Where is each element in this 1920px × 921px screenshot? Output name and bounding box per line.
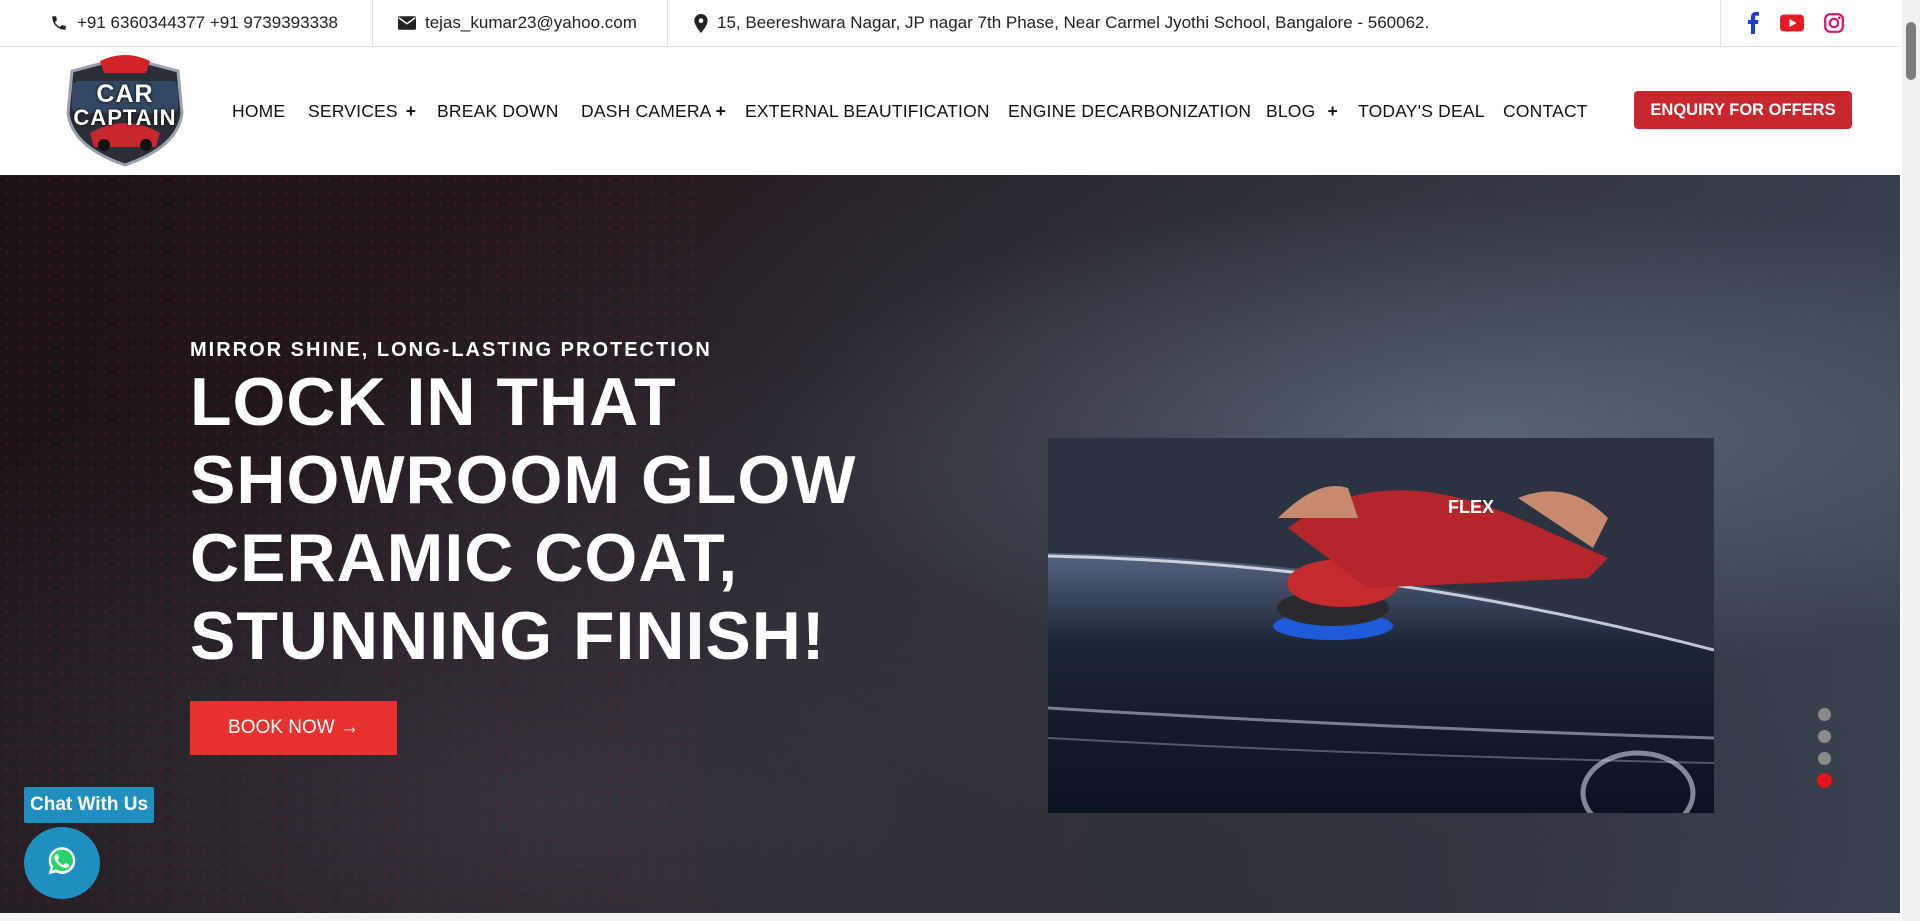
youtube-icon[interactable] bbox=[1780, 14, 1804, 32]
headline-line: LOCK IN THAT bbox=[190, 364, 677, 440]
nav-break-down[interactable]: BREAK DOWN bbox=[437, 101, 559, 122]
slide-dot-4-active[interactable] bbox=[1817, 773, 1832, 788]
top-contact-bar: +91 6360344377 +91 9739393338 tejas_kuma… bbox=[0, 0, 1900, 47]
nav-home[interactable]: HOME bbox=[232, 101, 285, 122]
phone-contact[interactable]: +91 6360344377 +91 9739393338 bbox=[50, 0, 338, 46]
nav-external-beautification[interactable]: EXTERNAL BEAUTIFICATION bbox=[745, 101, 990, 122]
nav-services[interactable]: SERVICES + bbox=[308, 101, 416, 122]
headline-line: CERAMIC COAT, bbox=[190, 520, 739, 596]
nav-engine-decarbonization[interactable]: ENGINE DECARBONIZATION bbox=[1008, 101, 1251, 122]
facebook-icon[interactable] bbox=[1746, 12, 1760, 34]
chat-with-us-label[interactable]: Chat With Us bbox=[24, 787, 155, 823]
nav-dash-camera[interactable]: DASH CAMERA + bbox=[581, 101, 726, 122]
hero-subtitle: MIRROR SHINE, LONG-LASTING PROTECTION bbox=[190, 339, 712, 361]
nav-todays-deal[interactable]: TODAY'S DEAL bbox=[1358, 101, 1485, 122]
headline-line: STUNNING FINISH! bbox=[190, 598, 826, 674]
page-scrollbar[interactable] bbox=[1902, 0, 1920, 921]
divider bbox=[372, 0, 373, 46]
hero-slider: MIRROR SHINE, LONG-LASTING PROTECTION LO… bbox=[0, 175, 1900, 913]
headline-line: SHOWROOM GLOW bbox=[190, 442, 857, 518]
whatsapp-icon bbox=[45, 844, 79, 883]
phone-icon bbox=[50, 14, 68, 32]
plus-icon: + bbox=[715, 101, 726, 121]
plus-icon: + bbox=[405, 101, 417, 121]
social-links bbox=[1746, 0, 1844, 46]
page-bottom-edge bbox=[0, 913, 1900, 921]
phone-numbers: +91 6360344377 +91 9739393338 bbox=[77, 13, 338, 32]
scrollbar-thumb[interactable] bbox=[1906, 22, 1916, 80]
site-header: CAR CAPTAIN HOME SERVICES + BREAK DOWN DA… bbox=[0, 47, 1900, 175]
email-contact[interactable]: tejas_kumar23@yahoo.com bbox=[398, 0, 637, 46]
slide-dot-1[interactable] bbox=[1818, 708, 1831, 721]
address-text: 15, Beereshwara Nagar, JP nagar 7th Phas… bbox=[717, 13, 1430, 32]
whatsapp-chat-button[interactable] bbox=[24, 827, 100, 899]
main-navigation: HOME SERVICES + BREAK DOWN DASH CAMERA + E… bbox=[0, 47, 1900, 175]
hero-headline: LOCK IN THAT SHOWROOM GLOW CERAMIC COAT,… bbox=[190, 363, 856, 675]
divider bbox=[1720, 0, 1721, 46]
flex-brand-text: FLEX bbox=[1448, 497, 1494, 517]
polishing-car-image: FLEX bbox=[1048, 438, 1714, 813]
nav-blog[interactable]: BLOG + bbox=[1266, 101, 1338, 122]
divider bbox=[667, 0, 668, 46]
plus-icon: + bbox=[1327, 101, 1338, 121]
address-contact: 15, Beereshwara Nagar, JP nagar 7th Phas… bbox=[694, 0, 1429, 46]
email-address: tejas_kumar23@yahoo.com bbox=[425, 13, 637, 32]
book-now-button[interactable]: BOOK NOW → bbox=[190, 701, 397, 755]
envelope-icon bbox=[398, 16, 416, 30]
nav-contact[interactable]: CONTACT bbox=[1503, 101, 1588, 122]
slide-dot-3[interactable] bbox=[1818, 752, 1831, 765]
map-pin-icon bbox=[694, 13, 708, 33]
slide-dot-2[interactable] bbox=[1818, 730, 1831, 743]
instagram-icon[interactable] bbox=[1824, 13, 1844, 33]
enquiry-for-offers-button[interactable]: ENQUIRY FOR OFFERS bbox=[1634, 91, 1852, 129]
